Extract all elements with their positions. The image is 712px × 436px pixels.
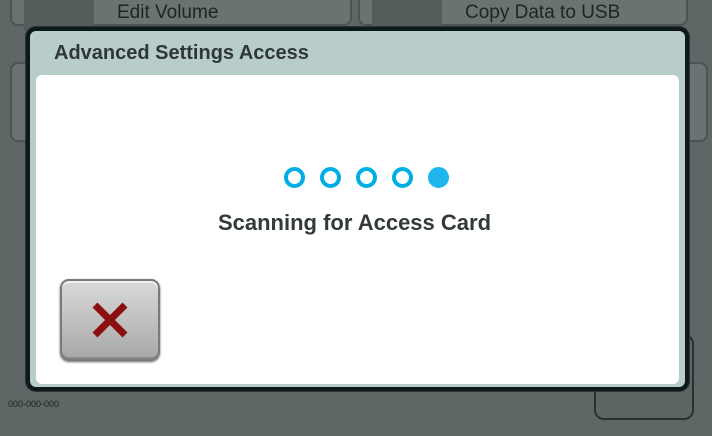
advanced-settings-dialog: Advanced Settings Access Scanning for Ac… [26, 27, 689, 391]
cancel-button[interactable] [60, 279, 160, 361]
progress-dot-active [428, 167, 449, 188]
edit-volume-label: Edit Volume [117, 2, 219, 23]
copy-data-usb-button: Copy Data to USB [358, 0, 688, 32]
edit-volume-button: Edit Volume [10, 0, 352, 32]
copy-data-usb-label: Copy Data to USB [465, 2, 621, 23]
x-icon [92, 302, 128, 338]
dialog-title: Advanced Settings Access [54, 42, 309, 64]
progress-dot [392, 167, 413, 188]
progress-dot [356, 167, 377, 188]
scan-status-text: Scanning for Access Card [217, 210, 492, 235]
progress-dot [284, 167, 305, 188]
scan-progress-indicator [284, 167, 449, 188]
dialog-body: Scanning for Access Card [36, 75, 679, 384]
serial-number: 000-000-000 [8, 399, 60, 409]
progress-dot [320, 167, 341, 188]
